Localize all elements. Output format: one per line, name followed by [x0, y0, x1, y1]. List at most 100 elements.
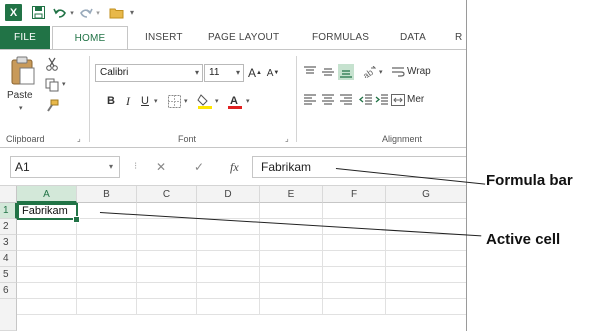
- cell[interactable]: [260, 251, 323, 267]
- cell[interactable]: [77, 267, 137, 283]
- active-cell-a1[interactable]: Fabrikam: [17, 203, 78, 220]
- align-left-icon[interactable]: [302, 92, 318, 108]
- borders-icon[interactable]: [166, 92, 182, 110]
- tab-home[interactable]: HOME: [52, 26, 128, 51]
- insert-function-icon[interactable]: fx: [230, 156, 239, 178]
- cancel-icon[interactable]: ✕: [156, 156, 166, 178]
- align-top-icon[interactable]: [302, 64, 318, 80]
- grow-font-button[interactable]: A ▲: [248, 64, 262, 82]
- cell[interactable]: [137, 283, 197, 299]
- cell[interactable]: [323, 267, 386, 283]
- cell[interactable]: [77, 203, 137, 219]
- undo-icon[interactable]: [52, 4, 68, 21]
- cell[interactable]: [77, 283, 137, 299]
- increase-indent-icon[interactable]: [374, 92, 390, 108]
- row-header-6[interactable]: 6: [0, 283, 17, 299]
- cell[interactable]: [17, 219, 77, 235]
- bold-button[interactable]: B: [104, 92, 118, 110]
- cell[interactable]: [77, 251, 137, 267]
- font-launcher-icon[interactable]: ⌟: [285, 134, 289, 143]
- fill-color-icon[interactable]: [196, 92, 214, 110]
- row-header-3[interactable]: 3: [0, 235, 17, 251]
- cell[interactable]: [386, 235, 466, 251]
- customize-qat-icon[interactable]: ▾: [128, 4, 136, 21]
- align-middle-icon[interactable]: [320, 64, 336, 80]
- copy-icon[interactable]: [44, 77, 60, 93]
- paste-label[interactable]: Paste: [7, 90, 33, 101]
- cell[interactable]: [386, 299, 466, 315]
- row-header-2[interactable]: 2: [0, 219, 17, 235]
- fill-color-dropdown-icon[interactable]: ▾: [215, 97, 219, 105]
- font-name-combo[interactable]: Calibri ▾: [95, 64, 203, 82]
- borders-dropdown-icon[interactable]: ▾: [184, 97, 188, 105]
- row-header-5[interactable]: 5: [0, 267, 17, 283]
- fill-handle[interactable]: [73, 216, 80, 223]
- cell[interactable]: [260, 235, 323, 251]
- font-color-dropdown-icon[interactable]: ▾: [246, 97, 250, 105]
- cell[interactable]: [197, 235, 260, 251]
- row-header-4[interactable]: 4: [0, 251, 17, 267]
- cell[interactable]: [197, 299, 260, 315]
- tab-review[interactable]: R: [455, 26, 462, 50]
- cell[interactable]: [17, 251, 77, 267]
- cell[interactable]: [137, 299, 197, 315]
- column-header-b[interactable]: B: [77, 186, 137, 203]
- select-all-corner[interactable]: [0, 186, 17, 203]
- cell[interactable]: [137, 267, 197, 283]
- column-header-a[interactable]: A: [17, 186, 77, 203]
- font-color-icon[interactable]: A: [226, 92, 244, 110]
- cell[interactable]: [386, 251, 466, 267]
- cell[interactable]: [137, 235, 197, 251]
- cell[interactable]: [17, 299, 77, 315]
- excel-app-icon[interactable]: X: [5, 4, 22, 21]
- cell[interactable]: [323, 283, 386, 299]
- tab-insert[interactable]: INSERT: [145, 26, 183, 50]
- underline-dropdown-icon[interactable]: ▾: [154, 97, 158, 105]
- name-box[interactable]: A1 ▾: [10, 156, 120, 178]
- cell[interactable]: [260, 267, 323, 283]
- cut-icon[interactable]: [44, 56, 60, 72]
- cell[interactable]: [197, 283, 260, 299]
- cell[interactable]: [323, 235, 386, 251]
- cell[interactable]: [137, 251, 197, 267]
- merge-center-icon[interactable]: [390, 92, 406, 108]
- cell[interactable]: [17, 267, 77, 283]
- column-header-f[interactable]: F: [323, 186, 386, 203]
- cell[interactable]: [323, 299, 386, 315]
- redo-dropdown-icon[interactable]: ▾: [94, 4, 102, 21]
- tab-formulas[interactable]: FORMULAS: [312, 26, 369, 50]
- cell[interactable]: [260, 299, 323, 315]
- tab-page-layout[interactable]: PAGE LAYOUT: [208, 26, 279, 50]
- cell[interactable]: [197, 267, 260, 283]
- font-size-dropdown-icon[interactable]: ▾: [236, 65, 240, 81]
- font-name-dropdown-icon[interactable]: ▾: [195, 65, 199, 81]
- cell[interactable]: [386, 267, 466, 283]
- enter-icon[interactable]: ✓: [194, 156, 204, 178]
- redo-icon[interactable]: [78, 4, 94, 21]
- undo-dropdown-icon[interactable]: ▾: [68, 4, 76, 21]
- cell[interactable]: [260, 283, 323, 299]
- name-box-dropdown-icon[interactable]: ▾: [109, 157, 113, 177]
- cell[interactable]: [17, 283, 77, 299]
- clipboard-launcher-icon[interactable]: ⌟: [77, 134, 81, 143]
- column-header-e[interactable]: E: [260, 186, 323, 203]
- merge-label[interactable]: Mer: [407, 94, 424, 105]
- cell[interactable]: [260, 203, 323, 219]
- tab-file[interactable]: FILE: [0, 26, 50, 50]
- column-header-d[interactable]: D: [197, 186, 260, 203]
- format-painter-icon[interactable]: [44, 98, 60, 114]
- tab-data[interactable]: DATA: [400, 26, 426, 50]
- cell[interactable]: [77, 219, 137, 235]
- copy-dropdown-icon[interactable]: ▾: [62, 80, 66, 88]
- underline-button[interactable]: U: [138, 92, 152, 110]
- cell[interactable]: [386, 203, 466, 219]
- wrap-text-icon[interactable]: [390, 64, 406, 80]
- cell[interactable]: [197, 251, 260, 267]
- orientation-dropdown-icon[interactable]: ▾: [379, 68, 383, 76]
- save-icon[interactable]: [30, 4, 46, 21]
- cell[interactable]: [137, 219, 197, 235]
- paste-icon[interactable]: [6, 56, 40, 86]
- decrease-indent-icon[interactable]: [358, 92, 374, 108]
- font-size-combo[interactable]: 11 ▾: [204, 64, 244, 82]
- formula-input[interactable]: Fabrikam: [252, 156, 466, 178]
